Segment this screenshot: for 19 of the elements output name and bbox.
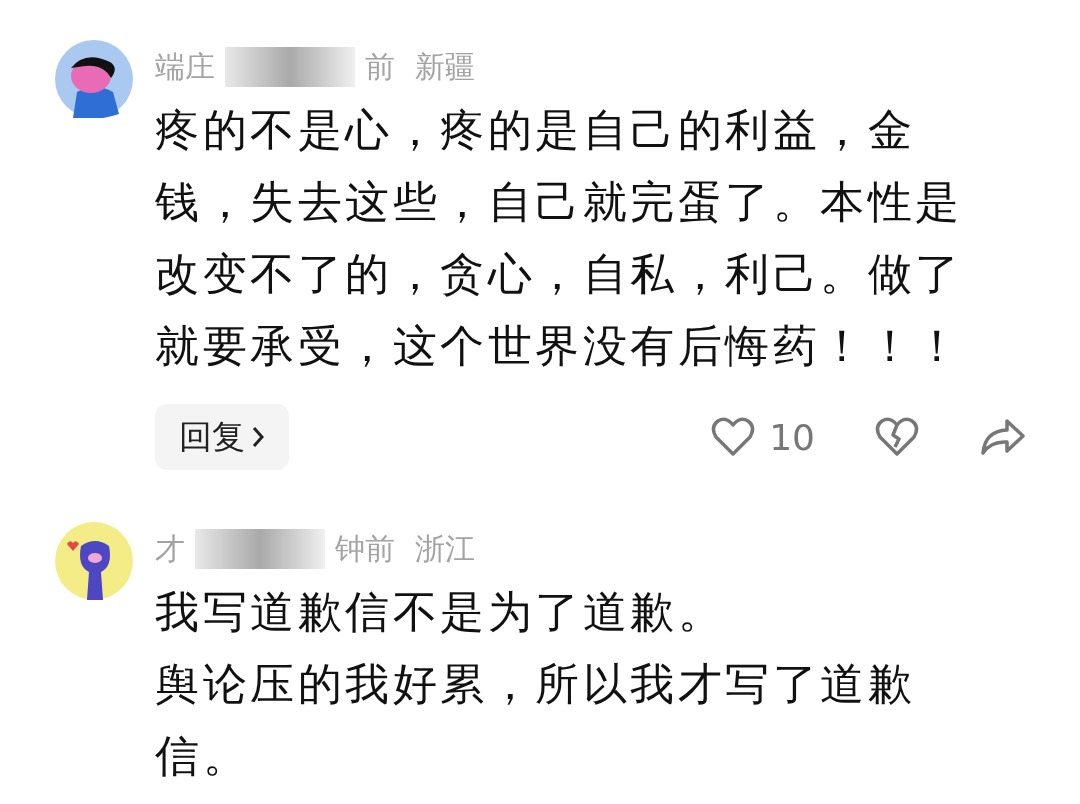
comment-text: 疼的不是心，疼的是自己的利益，金钱，失去这些，自己就完蛋了。本性是改变不了的，贪心，自私，利己。做了就要承受，这个世界没有后悔药！！！	[155, 103, 964, 373]
like-button[interactable]: 10	[711, 416, 815, 458]
dislike-button[interactable]	[875, 417, 919, 457]
username[interactable]: 才	[155, 528, 185, 570]
timestamp: 钟前	[335, 529, 395, 568]
avatar[interactable]	[55, 522, 133, 600]
share-icon	[979, 417, 1025, 457]
share-button[interactable]	[979, 417, 1025, 457]
chevron-icon	[251, 425, 265, 449]
location: 新疆	[415, 47, 475, 86]
timestamp: 前	[365, 47, 395, 86]
heart-icon	[711, 417, 756, 457]
username[interactable]: 端庄	[155, 46, 215, 88]
comment-text: 舆论压的我好累，所以我才写了道歉信。	[155, 657, 917, 783]
comment-text: 我写道歉信不是为了道歉。	[155, 585, 727, 639]
broken-heart-icon	[875, 417, 919, 457]
reply-button[interactable]: 回复	[155, 404, 289, 470]
location: 浙江	[415, 529, 475, 568]
avatar[interactable]	[55, 40, 133, 118]
